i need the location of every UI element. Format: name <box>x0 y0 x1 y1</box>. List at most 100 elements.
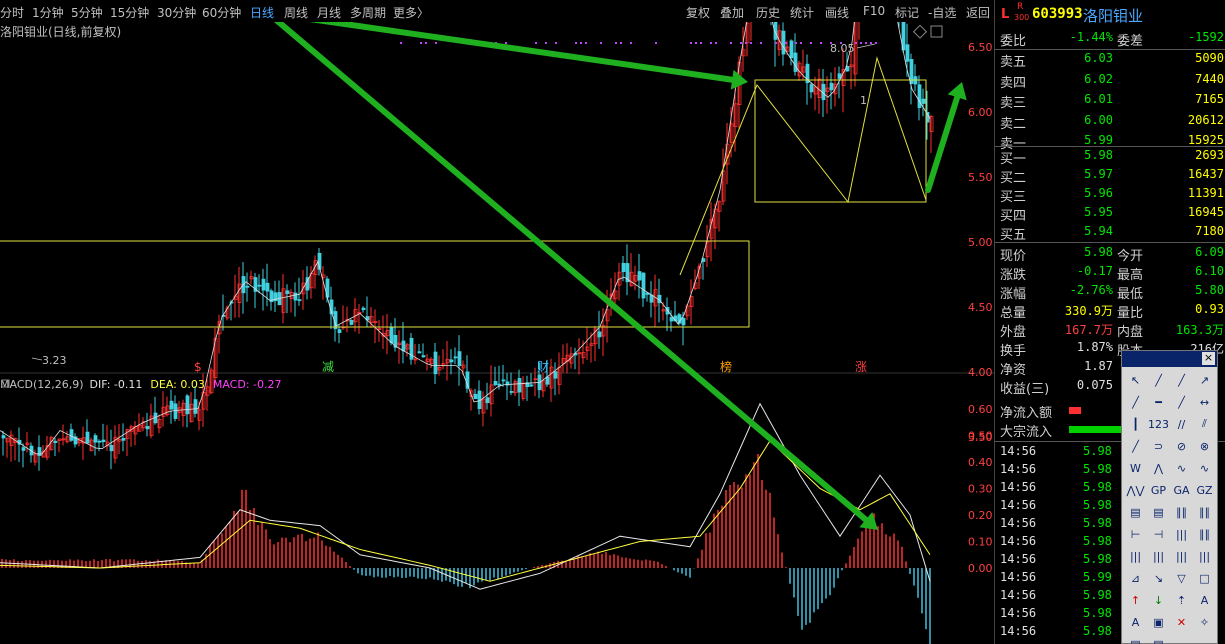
bid-volume: 16945 <box>1187 205 1224 219</box>
draw-tool-icon[interactable]: ∕∕ <box>1171 414 1192 434</box>
menu-item[interactable]: 叠加 <box>720 4 744 21</box>
draw-tool-icon[interactable]: ||| <box>1148 546 1169 566</box>
chart-title: 洛阳钼业(日线,前复权) <box>0 24 121 39</box>
menu-item[interactable]: 返回 <box>966 4 990 21</box>
draw-tool-icon[interactable]: ⊗ <box>1194 436 1215 456</box>
event-marker[interactable]: $ <box>194 360 202 374</box>
draw-tool-icon[interactable]: ╱ <box>1148 370 1169 390</box>
draw-tool-icon[interactable]: ▤ <box>1148 634 1169 644</box>
close-icon[interactable]: × <box>1202 352 1215 365</box>
row-value-2: 6.10 <box>1195 264 1224 278</box>
draw-tool-icon[interactable]: ⊢ <box>1125 524 1146 544</box>
period-tab[interactable]: 分时 <box>0 4 24 21</box>
draw-tool-icon[interactable]: W <box>1125 458 1146 478</box>
draw-tool-icon[interactable]: ╱ <box>1171 392 1192 412</box>
candle-body <box>421 355 426 358</box>
draw-tool-icon[interactable]: ⊘ <box>1171 436 1192 456</box>
draw-tool-icon[interactable]: A <box>1125 612 1146 632</box>
draw-tool-icon[interactable]: ∥∥ <box>1171 502 1192 522</box>
stock-code: 603993 <box>1032 6 1083 22</box>
draw-tool-icon[interactable]: ▤ <box>1148 502 1169 522</box>
ask-row: 卖二 6.00 20612 <box>995 113 1225 132</box>
diamond-icon[interactable] <box>912 24 928 39</box>
period-tab[interactable]: 60分钟 <box>202 4 241 21</box>
draw-tool-icon[interactable]: ┃ <box>1125 414 1146 434</box>
draw-tool-icon[interactable]: ▽ <box>1171 568 1192 588</box>
event-marker[interactable]: 减 <box>322 360 334 374</box>
menu-item[interactable]: 复权 <box>686 4 710 21</box>
draw-tool-icon[interactable]: ↑ <box>1125 590 1146 610</box>
period-tab[interactable]: 15分钟 <box>110 4 149 21</box>
period-tab[interactable]: 多周期 <box>350 4 386 21</box>
event-marker[interactable]: 涨 <box>855 359 867 374</box>
ask-volume: 5090 <box>1195 51 1224 65</box>
draw-tool-icon[interactable]: ||| <box>1171 546 1192 566</box>
kline-chart[interactable]: 洛阳钼业(日线,前复权)8.007.507.006.506.005.505.00… <box>0 22 994 644</box>
period-tab[interactable]: 30分钟 <box>157 4 196 21</box>
draw-tool-icon[interactable]: GA <box>1171 480 1192 500</box>
draw-tool-icon[interactable]: ↗ <box>1194 370 1215 390</box>
draw-tool-icon[interactable] <box>1194 634 1215 644</box>
candle-body <box>473 393 478 400</box>
draw-tool-icon[interactable]: ✧ <box>1194 612 1215 632</box>
drawing-toolbox[interactable]: × ↖ ╱ ╱ ↗ ╱ ━ ╱ ↔ ┃ 123 ∕∕ ⫽ ╱ ⊃ ⊘ ⊗ W ⋀ ∿ ∿ ⋀⋁ GP GA GZ ▤ ▤ ∥∥ ∥∥ ⊢… <box>1121 350 1218 644</box>
draw-tool-icon[interactable]: ∥∥ <box>1194 524 1215 544</box>
row-value: -0.17 <box>1076 264 1113 278</box>
period-tab[interactable]: 更多〉 <box>393 4 429 21</box>
toolbox-titlebar[interactable]: × <box>1122 351 1217 367</box>
tick-time: 14:56 <box>1000 462 1037 476</box>
draw-tool-icon[interactable]: ⇡ <box>1171 590 1192 610</box>
zigzag-line <box>679 56 927 276</box>
draw-tool-icon[interactable]: A <box>1194 590 1215 610</box>
tick-price: 5.99 <box>1083 570 1112 584</box>
draw-tool-icon[interactable]: ↖ <box>1125 370 1146 390</box>
draw-tool-icon[interactable]: ╱ <box>1125 392 1146 412</box>
draw-tool-icon[interactable]: ━ <box>1148 392 1169 412</box>
event-marker[interactable]: 榜 <box>720 359 732 374</box>
period-tab[interactable]: 1分钟 <box>32 4 64 21</box>
draw-tool-icon[interactable]: ||| <box>1171 524 1192 544</box>
draw-tool-icon[interactable]: ∥∥ <box>1194 502 1215 522</box>
draw-tool-icon[interactable]: ✕ <box>1171 612 1192 632</box>
draw-tool-icon[interactable]: ↘ <box>1148 568 1169 588</box>
draw-tool-icon[interactable]: ⋀ <box>1148 458 1169 478</box>
candle-body <box>641 272 646 299</box>
period-tab[interactable]: 5分钟 <box>71 4 103 21</box>
draw-tool-icon[interactable]: ╱ <box>1125 436 1146 456</box>
draw-tool-icon[interactable]: ⋀⋁ <box>1125 480 1146 500</box>
draw-tool-icon[interactable]: ||| <box>1194 546 1215 566</box>
menu-item[interactable]: F10 <box>863 4 885 18</box>
event-marker[interactable]: 财 <box>537 360 549 374</box>
draw-tool-icon[interactable]: ∿ <box>1194 458 1215 478</box>
menu-item[interactable]: 画线 <box>825 4 849 21</box>
draw-tool-icon[interactable]: ↓ <box>1148 590 1169 610</box>
draw-tool-icon[interactable]: GZ <box>1194 480 1215 500</box>
draw-tool-icon[interactable]: ∿ <box>1171 458 1192 478</box>
draw-tool-icon[interactable]: ▤ <box>1125 502 1146 522</box>
draw-tool-icon[interactable]: ⊿ <box>1125 568 1146 588</box>
draw-tool-icon[interactable]: ╱ <box>1171 370 1192 390</box>
period-tab[interactable]: 月线 <box>317 4 341 21</box>
menu-item[interactable]: 标记 <box>895 4 919 21</box>
restore-icon[interactable] <box>930 25 943 38</box>
draw-tool-icon[interactable]: ⊣ <box>1148 524 1169 544</box>
draw-tool-icon[interactable]: ▤ <box>1125 634 1146 644</box>
draw-tool-icon[interactable]: 123 <box>1148 414 1169 434</box>
draw-tool-icon[interactable]: ⫽ <box>1194 414 1215 434</box>
menu-item[interactable]: -自选 <box>928 4 956 21</box>
bid-row: 买三 5.96 11391 <box>995 186 1225 205</box>
draw-tool-icon[interactable]: ⊃ <box>1148 436 1169 456</box>
draw-tool-icon[interactable]: ↔ <box>1194 392 1215 412</box>
menu-item[interactable]: 统计 <box>790 4 814 21</box>
draw-tool-icon[interactable]: ▣ <box>1148 612 1169 632</box>
price-tick-label: 4.50 <box>968 301 993 314</box>
macd-tick-label: 0.40 <box>968 456 993 469</box>
candle-body <box>669 317 674 322</box>
menu-item[interactable]: 历史 <box>756 4 780 21</box>
draw-tool-icon[interactable]: ||| <box>1125 546 1146 566</box>
period-tab[interactable]: 周线 <box>284 4 308 21</box>
draw-tool-icon[interactable]: □ <box>1194 568 1215 588</box>
draw-tool-icon[interactable] <box>1171 634 1192 644</box>
period-tab[interactable]: 日线 <box>250 4 274 21</box>
draw-tool-icon[interactable]: GP <box>1148 480 1169 500</box>
